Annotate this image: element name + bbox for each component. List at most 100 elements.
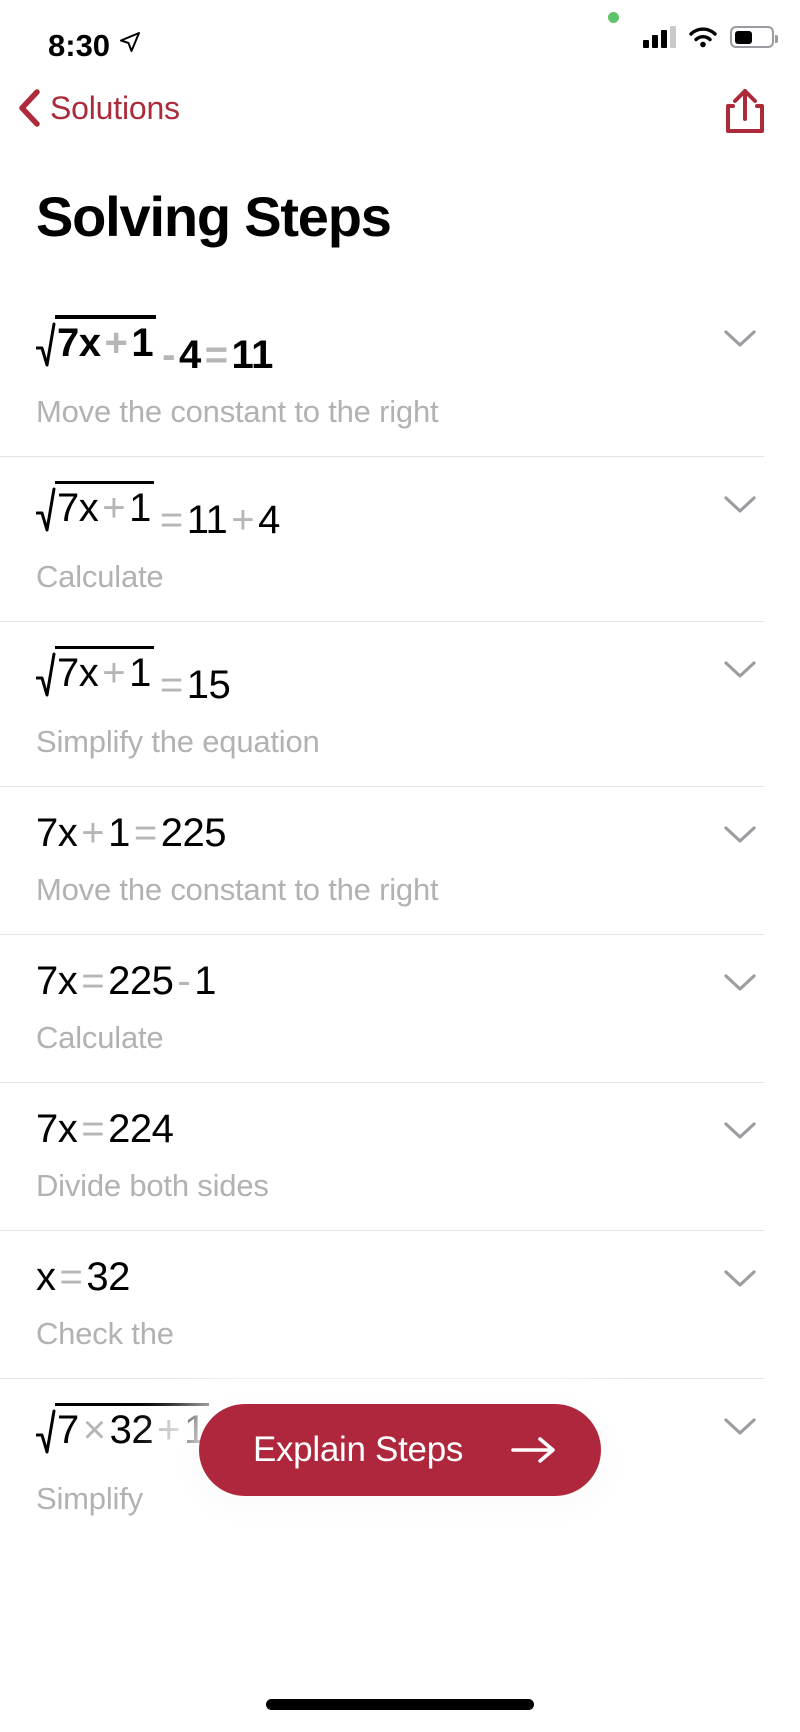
math-token: + — [231, 498, 255, 542]
status-icons — [643, 26, 778, 48]
chevron-down-icon[interactable] — [720, 1117, 760, 1143]
step-expand-chevron[interactable] — [720, 1117, 760, 1143]
step-description: Move the constant to the right — [36, 394, 439, 429]
math-token: 11 — [231, 333, 274, 377]
square-root-expression: 7 x +1 — [36, 315, 157, 367]
radicand: 7 x +1 — [55, 646, 154, 696]
math-token: + — [102, 486, 126, 530]
radicand: 7 x +1 — [55, 481, 154, 531]
math-token: x — [57, 1107, 78, 1151]
chevron-down-icon[interactable] — [720, 969, 760, 995]
step-row[interactable]: 7 x = 224 Divide both sides — [0, 1083, 764, 1231]
step-expand-chevron[interactable] — [720, 821, 760, 847]
math-token: = — [133, 811, 157, 855]
square-root-expression: 7 x +1 — [36, 646, 154, 697]
home-indicator-bar — [266, 1699, 534, 1710]
math-token: + — [102, 651, 126, 695]
explain-steps-label: Explain Steps — [252, 1430, 464, 1469]
step-equation: x = 32 — [36, 1231, 764, 1300]
math-token: + — [157, 1408, 180, 1452]
arrow-right-icon — [511, 1437, 555, 1463]
square-root-expression: 7 x +1 — [36, 481, 154, 532]
math-token: 32 — [109, 1408, 154, 1452]
page-title: Solving Steps — [36, 185, 392, 248]
step-expand-chevron[interactable] — [720, 1265, 760, 1291]
explain-steps-button[interactable]: Explain Steps — [198, 1404, 602, 1496]
step-row[interactable]: 7 x = 225-1 Calculate — [0, 935, 764, 1083]
math-token: x — [36, 1255, 56, 1299]
math-token: 32 — [86, 1255, 130, 1299]
math-token: = — [81, 1107, 105, 1151]
math-token: 11 — [186, 498, 228, 542]
math-token: - — [162, 333, 175, 377]
math-token: 7 — [36, 811, 58, 855]
math-token: 7 — [57, 486, 79, 530]
step-description: Simplify the equation — [36, 724, 320, 759]
chevron-down-icon[interactable] — [720, 325, 760, 351]
step-equation: 7 x +1 = 225 — [36, 787, 764, 856]
math-token: 225 — [160, 811, 227, 855]
battery-icon — [730, 26, 778, 48]
chevron-down-icon[interactable] — [720, 1265, 760, 1291]
math-token: 4 — [258, 498, 280, 542]
math-token: + — [104, 321, 128, 365]
radicand: 7 × 32 +1 — [55, 1403, 209, 1453]
chevron-down-icon[interactable] — [720, 821, 760, 847]
navigation-bar: Solutions — [0, 80, 800, 162]
solving-steps-screen: 8:30 Solutions Solving Steps 7 x + 1 - 4… — [0, 0, 800, 1732]
step-expand-chevron[interactable] — [720, 1413, 760, 1439]
status-bar: 8:30 — [0, 0, 800, 80]
step-description: Move the constant to the right — [36, 872, 439, 907]
radical-sign-icon — [36, 322, 56, 367]
step-row[interactable]: 7 x +1 = 225 Move the constant to the right — [0, 787, 764, 935]
step-description: Divide both sides — [36, 1168, 269, 1203]
step-row[interactable]: 7 x +1 = 15 Simplify the equation — [0, 622, 764, 787]
step-description: Calculate — [36, 1020, 164, 1055]
radical-sign-icon — [36, 652, 56, 697]
math-token: 1 — [129, 651, 151, 695]
solving-steps-list: 7 x +1-4 = 11 Move the constant to the right 7… — [0, 291, 800, 1543]
radical-sign-icon — [36, 1409, 56, 1454]
chevron-down-icon[interactable] — [720, 1413, 760, 1439]
math-token: x — [78, 321, 101, 365]
radical-sign-icon — [36, 487, 56, 532]
math-token: = — [159, 663, 183, 707]
share-icon[interactable] — [722, 86, 768, 136]
math-token: 7 — [57, 651, 79, 695]
math-token: 224 — [108, 1107, 174, 1151]
step-expand-chevron[interactable] — [720, 656, 760, 682]
back-button-label: Solutions — [50, 89, 180, 126]
math-token: × — [82, 1408, 106, 1452]
back-button[interactable]: Solutions — [16, 88, 180, 128]
math-token: 1 — [194, 959, 216, 1003]
math-token: 4 — [178, 333, 201, 377]
math-token: 7 — [57, 1408, 79, 1452]
chevron-down-icon[interactable] — [720, 491, 760, 517]
step-row[interactable]: 7 x +1-4 = 11 Move the constant to the right — [0, 291, 764, 457]
radicand: 7 x +1 — [55, 315, 157, 366]
math-token: + — [81, 811, 105, 855]
math-token: = — [204, 333, 228, 377]
step-equation: 7 x +1 = 11 +4 — [36, 457, 764, 543]
math-token: 225 — [108, 959, 174, 1003]
math-token: - — [177, 959, 191, 1003]
math-token: 1 — [131, 321, 154, 365]
cellular-signal-icon — [643, 26, 676, 48]
chevron-down-icon[interactable] — [720, 656, 760, 682]
step-equation: 7 x +1-4 = 11 — [36, 291, 764, 378]
step-expand-chevron[interactable] — [720, 491, 760, 517]
wifi-icon — [689, 27, 717, 48]
location-arrow-icon — [120, 32, 140, 52]
math-token: x — [57, 811, 78, 855]
step-row[interactable]: 7 x +1 = 11 +4 Calculate — [0, 457, 764, 622]
math-token: = — [159, 498, 183, 542]
math-token: x — [57, 959, 78, 1003]
math-token: 15 — [186, 663, 231, 707]
square-root-expression: 7 × 32 +1 — [36, 1403, 209, 1454]
step-row[interactable]: x = 32 Check the — [0, 1231, 764, 1379]
step-expand-chevron[interactable] — [720, 969, 760, 995]
math-token: 1 — [108, 811, 130, 855]
math-token: x — [78, 651, 99, 695]
step-expand-chevron[interactable] — [720, 325, 760, 351]
math-token: 1 — [129, 486, 151, 530]
